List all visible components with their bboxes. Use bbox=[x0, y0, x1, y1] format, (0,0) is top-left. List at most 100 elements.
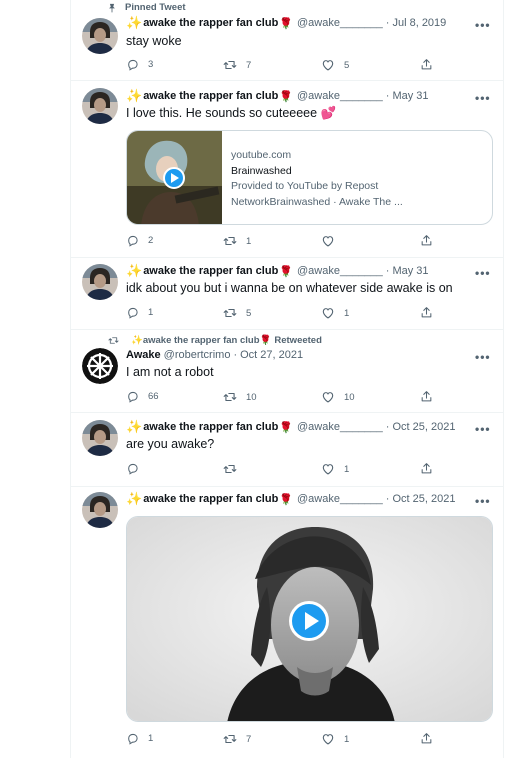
reply-button[interactable]: 1 bbox=[126, 732, 153, 745]
display-name[interactable]: awake the rapper fan club bbox=[143, 17, 278, 29]
tweet-text: I am not a robot bbox=[126, 365, 214, 379]
like-button[interactable]: 1 bbox=[321, 732, 349, 746]
tweet-pinned[interactable]: ✨ awake the rapper fan club 🌹 @awake____… bbox=[71, 0, 503, 81]
heart-icon bbox=[321, 234, 335, 248]
retweet-button[interactable]: 7 bbox=[223, 732, 251, 746]
retweet-icon bbox=[223, 306, 237, 320]
tweet[interactable]: ✨ awake the rapper fan club 🌹 @awake____… bbox=[71, 487, 503, 758]
hearts-emoji-icon: 💕 bbox=[320, 106, 337, 120]
tweet-actions: 3 7 5 bbox=[126, 58, 438, 74]
more-icon[interactable]: ••• bbox=[475, 92, 491, 104]
avatar[interactable] bbox=[82, 348, 118, 384]
tweet-date[interactable]: Jul 8, 2019 bbox=[392, 17, 446, 29]
more-icon[interactable]: ••• bbox=[475, 351, 491, 363]
tweet[interactable]: ✨ awake the rapper fan club 🌹 @awake____… bbox=[71, 81, 503, 258]
tweet-header: Awake @robertcrimo · Oct 27, 2021 bbox=[126, 349, 304, 361]
user-handle[interactable]: @awake_______ bbox=[297, 421, 383, 433]
reply-button[interactable]: 3 bbox=[126, 58, 153, 71]
avatar[interactable] bbox=[82, 420, 118, 456]
retweet-button[interactable]: 1 bbox=[223, 234, 251, 248]
avatar[interactable] bbox=[82, 18, 118, 54]
retweet-button[interactable]: 7 bbox=[223, 58, 251, 72]
tweet-date[interactable]: Oct 25, 2021 bbox=[392, 493, 455, 505]
reply-button[interactable]: 2 bbox=[126, 234, 153, 247]
tweet-text: stay woke bbox=[126, 34, 182, 48]
tweet-actions: 1 bbox=[126, 462, 438, 478]
user-handle[interactable]: @awake_______ bbox=[297, 90, 383, 102]
tweet-actions: 2 1 bbox=[126, 234, 438, 250]
avatar[interactable] bbox=[82, 88, 118, 124]
sparkle-icon: ✨ bbox=[131, 334, 143, 346]
tweet-date[interactable]: Oct 25, 2021 bbox=[392, 421, 455, 433]
display-name[interactable]: awake the rapper fan club bbox=[143, 421, 278, 433]
share-button[interactable] bbox=[420, 732, 442, 745]
retweet-button[interactable]: 10 bbox=[223, 390, 257, 404]
retweet-icon bbox=[223, 462, 237, 476]
like-button[interactable]: 5 bbox=[321, 58, 349, 72]
video-player[interactable] bbox=[126, 516, 493, 722]
share-button[interactable] bbox=[420, 234, 442, 247]
reply-icon bbox=[126, 306, 139, 319]
share-button[interactable] bbox=[420, 462, 442, 475]
tweet-text: idk about you but i wanna be on whatever… bbox=[126, 281, 453, 295]
like-button[interactable] bbox=[321, 234, 344, 248]
tweet-actions: 1 7 1 bbox=[126, 732, 438, 748]
like-button[interactable]: 1 bbox=[321, 306, 349, 320]
heart-icon bbox=[321, 390, 335, 404]
avatar[interactable] bbox=[82, 264, 118, 300]
more-icon[interactable]: ••• bbox=[475, 267, 491, 279]
sparkle-icon: ✨ bbox=[126, 15, 143, 30]
card-title: Brainwashed bbox=[231, 164, 292, 177]
reply-icon bbox=[126, 390, 139, 403]
share-button[interactable] bbox=[420, 390, 442, 403]
reply-button[interactable] bbox=[126, 462, 148, 475]
more-icon[interactable]: ••• bbox=[475, 19, 491, 31]
rose-icon: 🌹 bbox=[279, 265, 293, 278]
card-domain: youtube.com bbox=[231, 149, 292, 161]
rose-icon: 🌹 bbox=[259, 334, 272, 346]
tweet-text: I love this. He sounds so cuteeeee 💕 bbox=[126, 106, 337, 120]
display-name[interactable]: Awake bbox=[126, 349, 161, 361]
tweet-date[interactable]: May 31 bbox=[392, 90, 428, 102]
like-button[interactable]: 10 bbox=[321, 390, 355, 404]
reply-icon bbox=[126, 732, 139, 745]
retweet-button[interactable]: 5 bbox=[223, 306, 251, 320]
user-handle[interactable]: @awake_______ bbox=[297, 265, 383, 277]
display-name[interactable]: awake the rapper fan club bbox=[143, 90, 278, 102]
user-handle[interactable]: @robertcrimo bbox=[164, 349, 231, 361]
share-button[interactable] bbox=[420, 306, 442, 319]
tweet-date[interactable]: May 31 bbox=[392, 265, 428, 277]
play-icon[interactable] bbox=[163, 167, 185, 189]
heart-icon bbox=[321, 732, 335, 746]
reply-button[interactable]: 66 bbox=[126, 390, 159, 403]
card-description: NetworkBrainwashed · Awake The ... bbox=[231, 195, 403, 208]
rose-icon: 🌹 bbox=[279, 421, 293, 434]
share-button[interactable] bbox=[420, 58, 442, 71]
sparkle-icon: ✨ bbox=[126, 419, 143, 434]
avatar[interactable] bbox=[82, 492, 118, 528]
more-icon[interactable]: ••• bbox=[475, 423, 491, 435]
reply-icon bbox=[126, 462, 139, 475]
display-name[interactable]: awake the rapper fan club bbox=[143, 265, 278, 277]
tweet[interactable]: ✨ awake the rapper fan club 🌹 @awake____… bbox=[71, 258, 503, 330]
tweet-retweeted[interactable]: ✨ awake the rapper fan club 🌹 Retweeted … bbox=[71, 330, 503, 413]
user-handle[interactable]: @awake_______ bbox=[297, 493, 383, 505]
card-description: Provided to YouTube by Repost bbox=[231, 180, 379, 192]
link-preview-card[interactable]: youtube.com Brainwashed Provided to YouT… bbox=[126, 130, 493, 225]
rose-icon: 🌹 bbox=[279, 17, 293, 30]
user-handle[interactable]: @awake_______ bbox=[297, 17, 383, 29]
retweet-button[interactable] bbox=[223, 462, 246, 476]
tweet-date[interactable]: Oct 27, 2021 bbox=[240, 349, 303, 361]
share-icon bbox=[420, 462, 433, 475]
like-button[interactable]: 1 bbox=[321, 462, 349, 476]
share-icon bbox=[420, 306, 433, 319]
more-icon[interactable]: ••• bbox=[475, 495, 491, 507]
tweet[interactable]: ✨ awake the rapper fan club 🌹 @awake____… bbox=[71, 413, 503, 487]
tweet-header: ✨ awake the rapper fan club 🌹 @awake____… bbox=[126, 263, 429, 278]
reply-button[interactable]: 1 bbox=[126, 306, 153, 319]
tweet-header: ✨ awake the rapper fan club 🌹 @awake____… bbox=[126, 15, 447, 30]
play-icon[interactable] bbox=[289, 601, 329, 641]
display-name[interactable]: awake the rapper fan club bbox=[143, 493, 278, 505]
share-icon bbox=[420, 234, 433, 247]
retweet-icon bbox=[223, 732, 237, 746]
